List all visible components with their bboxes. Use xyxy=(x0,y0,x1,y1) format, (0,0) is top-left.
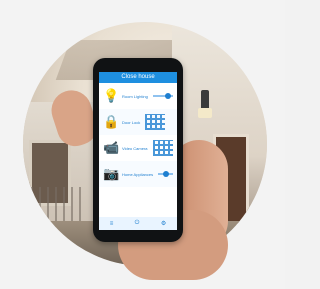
photo-frame: Close house 💡 Room Lighting 🔒 Door Lock … xyxy=(0,0,285,289)
smartphone: Close house 💡 Room Lighting 🔒 Door Lock … xyxy=(93,58,183,242)
bottom-bar: ≡ ⏻ ⚙ xyxy=(99,217,177,230)
control-label: Home Appliances xyxy=(122,171,154,177)
lock-icon: 🔒 xyxy=(103,114,120,129)
power-icon[interactable]: ⏻ xyxy=(135,220,140,227)
app-title: Close house xyxy=(99,72,177,83)
shutter-grid xyxy=(145,114,166,130)
camera-icon: 📷 xyxy=(103,166,120,181)
control-row[interactable]: 📷 Home Appliances xyxy=(99,161,177,187)
camera-grid xyxy=(152,140,173,156)
control-label: Room Lighting xyxy=(122,93,148,99)
control-slider[interactable] xyxy=(158,171,173,177)
control-label: Video Camera xyxy=(122,145,148,151)
menu-icon[interactable]: ≡ xyxy=(110,221,114,227)
control-row[interactable]: 🔒 Door Lock xyxy=(99,109,177,135)
camera-icon: 📹 xyxy=(103,140,120,155)
control-row[interactable]: 💡 Room Lighting xyxy=(99,83,177,109)
light-slider[interactable] xyxy=(152,93,173,99)
phone-screen: Close house 💡 Room Lighting 🔒 Door Lock … xyxy=(99,72,177,230)
bulb-icon: 💡 xyxy=(103,88,120,103)
control-label: Door Lock xyxy=(122,119,141,125)
settings-icon[interactable]: ⚙ xyxy=(161,220,166,227)
control-row[interactable]: 📹 Video Camera xyxy=(99,135,177,161)
wall-lamp xyxy=(198,90,212,118)
